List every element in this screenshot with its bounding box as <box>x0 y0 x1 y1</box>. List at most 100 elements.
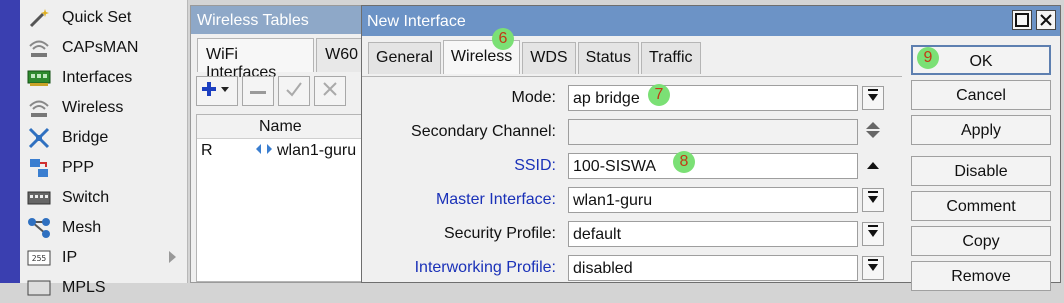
dropdown-icon <box>866 190 880 211</box>
wireless-signal-icon <box>26 96 52 120</box>
dropdown-icon <box>866 88 880 109</box>
step-marker-ssid: 8 <box>673 151 695 173</box>
dialog-title: New Interface <box>367 13 466 30</box>
sidebar-item-label: CAPsMAN <box>62 39 139 56</box>
dialog-title-bar: New Interface <box>362 6 1060 36</box>
ssid-input[interactable]: 100-SISWA <box>568 153 858 179</box>
security-profile-select[interactable]: default <box>568 221 858 247</box>
close-icon <box>1037 14 1055 33</box>
network-card-icon <box>26 66 52 90</box>
sidebar-item-label: Mesh <box>62 219 102 236</box>
table-row[interactable]: R wlan1-guru <box>197 139 368 163</box>
sidebar-item-label: Switch <box>62 189 110 206</box>
master-interface-row: Master Interface: wlan1-guru <box>362 187 902 213</box>
add-button[interactable] <box>196 76 238 106</box>
maximize-icon <box>1013 13 1031 33</box>
sidebar-item-label: Interfaces <box>62 69 133 86</box>
secondary-channel-label: Secondary Channel: <box>411 123 556 140</box>
sidebar-item-interfaces[interactable]: Interfaces <box>20 63 188 93</box>
bridge-icon <box>26 126 52 150</box>
dialog-tabs: General Wireless WDS Status Traffic <box>368 40 703 74</box>
table-header: Name <box>197 115 368 139</box>
sidebar-item-label: IP <box>62 249 78 266</box>
sidebar-item-capsman[interactable]: CAPsMAN <box>20 33 188 63</box>
enable-button[interactable] <box>278 76 310 106</box>
close-icon <box>322 81 338 102</box>
sidebar-item-bridge[interactable]: Bridge <box>20 123 188 153</box>
secondary-channel-input[interactable] <box>568 119 858 145</box>
switch-icon <box>26 186 52 210</box>
sidebar-item-quick-set[interactable]: Quick Set <box>20 3 188 33</box>
sidebar-item-label: Quick Set <box>62 9 132 26</box>
sidebar-item-label: Bridge <box>62 129 109 146</box>
step-marker-ok: 9 <box>917 47 939 69</box>
disable-button[interactable] <box>314 76 346 106</box>
tab-wds[interactable]: WDS <box>522 42 576 74</box>
submenu-arrow-icon <box>169 251 176 263</box>
interface-icon <box>255 142 273 160</box>
wireless-tables-window: Wireless Tables WiFi Interfaces W60 Name… <box>190 5 370 283</box>
sidebar-item-mpls[interactable]: MPLS <box>20 273 188 303</box>
mpls-icon <box>26 276 52 300</box>
sidebar-item-wireless[interactable]: Wireless <box>20 93 188 123</box>
sidebar-strip <box>0 0 20 283</box>
step-marker-mode: 7 <box>648 84 670 106</box>
dropdown-icon <box>866 258 880 279</box>
column-header-name[interactable]: Name <box>255 115 306 138</box>
cancel-button[interactable]: Cancel <box>911 80 1051 110</box>
security-profile-label: Security Profile: <box>443 225 556 242</box>
new-interface-dialog: New Interface General Wireless WDS Statu… <box>361 5 1061 291</box>
secondary-channel-row: Secondary Channel: <box>362 119 902 145</box>
mode-label: Mode: <box>511 89 556 106</box>
dropdown-icon <box>866 224 880 245</box>
check-icon <box>285 81 303 102</box>
security-profile-dropdown-button[interactable] <box>862 222 884 246</box>
remove-button[interactable] <box>242 76 274 106</box>
comment-button[interactable]: Comment <box>911 191 1051 221</box>
window-title: Wireless Tables <box>191 6 369 34</box>
toolbar <box>196 76 350 106</box>
tab-general[interactable]: General <box>368 42 441 74</box>
expand-arrows-icon <box>865 120 881 145</box>
maximize-button[interactable] <box>1012 10 1032 30</box>
sidebar-item-label: MPLS <box>62 279 106 296</box>
column-header-flags[interactable] <box>197 115 255 138</box>
security-profile-row: Security Profile: default <box>362 221 902 247</box>
tab-traffic[interactable]: Traffic <box>640 42 701 74</box>
master-interface-label: Master Interface: <box>435 191 556 208</box>
plus-icon <box>202 81 232 102</box>
mode-dropdown-button[interactable] <box>862 86 884 110</box>
interfaces-table: Name R wlan1-guru <box>196 114 369 282</box>
ppp-icon <box>26 156 52 180</box>
sidebar-item-switch[interactable]: Switch <box>20 183 188 213</box>
sidebar-item-ip[interactable]: 255 IP <box>20 243 188 273</box>
master-interface-select[interactable]: wlan1-guru <box>568 187 858 213</box>
row-flag: R <box>201 142 213 159</box>
row-name: wlan1-guru <box>277 142 357 159</box>
mode-row: Mode: ap bridge <box>362 85 902 111</box>
copy-button[interactable]: Copy <box>911 226 1051 256</box>
magic-wand-icon <box>26 6 52 30</box>
interworking-profile-dropdown-button[interactable] <box>862 256 884 280</box>
sidebar-item-ppp[interactable]: PPP <box>20 153 188 183</box>
secondary-channel-expand-button[interactable] <box>862 120 884 144</box>
apply-button[interactable]: Apply <box>911 115 1051 145</box>
tab-w60[interactable]: W60 <box>316 38 367 72</box>
mode-select[interactable]: ap bridge <box>568 85 858 111</box>
interworking-profile-label: Interworking Profile: <box>414 259 556 276</box>
master-interface-dropdown-button[interactable] <box>862 188 884 212</box>
mesh-icon <box>26 216 52 240</box>
wireless-settings-form: Mode: ap bridge Secondary Channel: SSID:… <box>362 76 902 282</box>
tab-wifi-interfaces[interactable]: WiFi Interfaces <box>197 38 315 81</box>
interworking-profile-row: Interworking Profile: disabled <box>362 255 902 281</box>
ssid-collapse-button[interactable] <box>862 154 884 178</box>
ip-icon: 255 <box>26 246 52 270</box>
close-button[interactable] <box>1036 10 1056 30</box>
sidebar-item-mesh[interactable]: Mesh <box>20 213 188 243</box>
chevron-up-icon <box>866 157 880 175</box>
ssid-row: SSID: 100-SISWA <box>362 153 902 179</box>
tab-status[interactable]: Status <box>577 42 639 74</box>
disable-button[interactable]: Disable <box>911 156 1051 186</box>
interworking-profile-select[interactable]: disabled <box>568 255 858 281</box>
remove-button[interactable]: Remove <box>911 261 1051 291</box>
